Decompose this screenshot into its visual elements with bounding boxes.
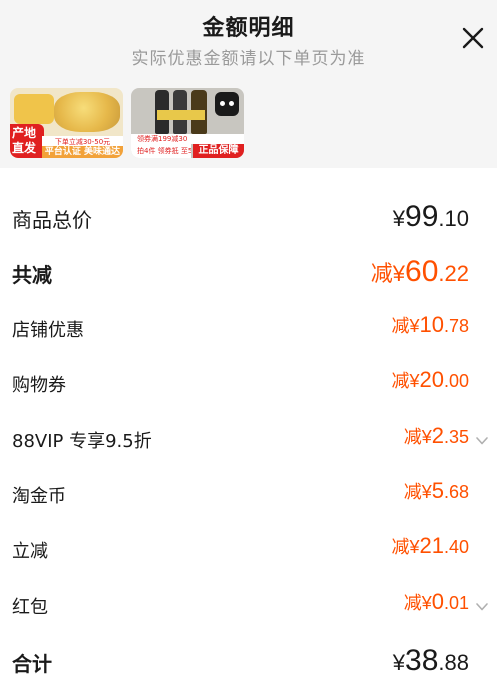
row-label: 商品总价	[12, 208, 92, 232]
row-label: 共减	[12, 263, 52, 287]
row-total-discount: 共减 减¥60.22	[0, 245, 497, 301]
bottle-label	[157, 110, 205, 120]
product-thumbnail[interactable]: 产地直发 下单立减30-50元 平台认证 美味通达	[10, 88, 123, 158]
page-subtitle: 实际优惠金额请以下单页为准	[131, 49, 366, 69]
row-label: 购物券	[12, 375, 66, 396]
row-instant-discount: 立减 减¥21.40	[0, 523, 497, 579]
product-thumbnails: 产地直发 下单立减30-50元 平台认证 美味通达 领券满199减30 拍4件 …	[10, 88, 250, 158]
close-icon[interactable]	[459, 24, 487, 52]
page-title: 金额明细	[202, 16, 295, 41]
row-subtotal: 商品总价 ¥99.10	[0, 190, 497, 246]
price-breakdown: 商品总价 ¥99.10 共减 减¥60.22 店铺优惠 减¥10.78 购物券 …	[0, 168, 497, 687]
chevron-down-icon[interactable]	[475, 599, 489, 613]
row-value: 减¥21.40	[391, 533, 469, 558]
origin-badge: 产地直发	[10, 124, 44, 158]
promo-strip: 领券满199减30	[131, 134, 244, 144]
row-value: 减¥2.35	[403, 423, 469, 448]
row-shopping-coupon: 购物券 减¥20.00	[0, 357, 497, 413]
row-store-discount: 店铺优惠 减¥10.78	[0, 302, 497, 358]
row-value: ¥38.88	[392, 644, 469, 677]
chevron-down-icon[interactable]	[475, 433, 489, 447]
header: 金额明细 实际优惠金额请以下单页为准	[0, 0, 497, 90]
row-label: 红包	[12, 597, 48, 618]
guarantee-badge: 正品保障	[193, 144, 244, 158]
promo-strip: 拍4件 领券抵 至5折	[131, 144, 191, 158]
food-image	[14, 94, 54, 124]
row-value: 减¥10.78	[391, 312, 469, 337]
row-red-packet[interactable]: 红包 减¥0.01	[0, 579, 497, 635]
row-value: ¥99.10	[392, 200, 469, 233]
row-label: 店铺优惠	[12, 320, 84, 341]
row-label: 合计	[12, 652, 52, 676]
row-value: 减¥60.22	[370, 255, 469, 288]
row-grand-total: 合计 ¥38.88	[0, 634, 497, 687]
row-value: 减¥0.01	[403, 589, 469, 614]
row-value: 减¥20.00	[391, 367, 469, 392]
row-value: 减¥5.68	[403, 478, 469, 503]
tmall-cat-icon	[215, 92, 239, 116]
promo-strip: 平台认证 美味通达	[42, 146, 123, 158]
food-image	[54, 92, 120, 132]
product-thumbnail[interactable]: 领券满199减30 拍4件 领券抵 至5折 正品保障	[131, 88, 244, 158]
row-label: 88VIP 专享9.5折	[12, 431, 152, 452]
row-88vip[interactable]: 88VIP 专享9.5折 减¥2.35	[0, 413, 497, 469]
row-label: 淘金币	[12, 486, 66, 507]
row-label: 立减	[12, 541, 48, 562]
row-taojinbi: 淘金币 减¥5.68	[0, 468, 497, 524]
